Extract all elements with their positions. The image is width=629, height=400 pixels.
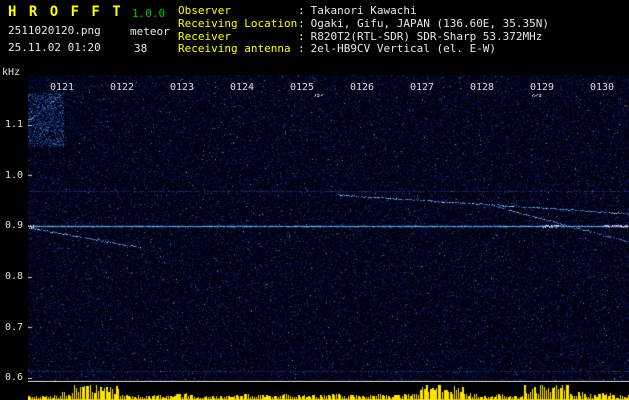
- info-label: Receiving Location: [178, 16, 298, 30]
- info-row-antenna: Receiving antenna:2el-HB9CV Vertical (el…: [178, 42, 549, 56]
- x-axis-tick-label: 0121: [50, 82, 75, 93]
- signal-level-bars-canvas: [28, 384, 629, 400]
- app-version: 1.0.0: [132, 7, 166, 20]
- y-axis-tick-label: 1.1: [5, 119, 24, 130]
- app-title: H R O F F T: [8, 4, 123, 20]
- info-value: R820T2(RTL-SDR) SDR-Sharp 53.372MHz: [310, 29, 543, 43]
- spectrogram-canvas: [28, 75, 629, 382]
- x-axis-tick-label: 0129: [530, 82, 555, 93]
- y-axis-tick-label: 0.7: [5, 322, 24, 333]
- y-axis-tick-label: 0.9: [5, 220, 24, 231]
- echo-count: 38: [134, 42, 148, 55]
- y-axis-tick-label: 0.8: [5, 271, 24, 282]
- x-axis-tick-label: 0126: [350, 82, 375, 93]
- x-axis-tick-label: 0127: [410, 82, 435, 93]
- x-axis-tick-label: 0130: [590, 82, 615, 93]
- hrofft-window: H R O F F T 1.0.0 2511020120.png meteor …: [0, 0, 629, 400]
- info-label: Receiving antenna: [178, 42, 291, 56]
- info-value: Ogaki, Gifu, JAPAN (136.60E, 35.35N): [310, 16, 550, 30]
- info-row-location: Receiving Location: Ogaki, Gifu, JAPAN (1…: [178, 16, 550, 31]
- observation-datetime: 25.11.02 01:20: [8, 41, 101, 54]
- info-value: 2el-HB9CV Vertical (el. E-W): [310, 42, 497, 56]
- output-filename: 2511020120.png: [8, 24, 101, 37]
- station-info-panel: Observer: Takanori Kawachi Receiving Loca…: [178, 4, 550, 56]
- info-row-observer: Observer: Takanori Kawachi: [178, 4, 549, 18]
- x-axis-tick-label: 0123: [170, 82, 195, 93]
- x-axis-tick-label: 0125: [290, 82, 315, 93]
- y-axis-tick-label: 1.0: [5, 170, 24, 181]
- info-colon: :: [298, 16, 305, 30]
- spectrogram: 0121 0122 0123 0124 0125 0126 0127 0128 …: [28, 75, 629, 382]
- info-colon: :: [298, 4, 305, 17]
- info-label: Observer: [178, 4, 231, 17]
- y-axis-unit-label: kHz: [2, 67, 21, 78]
- x-axis-tick-label: 0128: [470, 82, 495, 93]
- mode-label: meteor: [130, 25, 170, 38]
- info-colon: :: [298, 29, 305, 43]
- x-axis-tick-label: 0122: [110, 82, 135, 93]
- x-axis-tick-label: 0124: [230, 82, 255, 93]
- info-colon: :: [298, 42, 305, 56]
- info-value: Takanori Kawachi: [310, 4, 417, 17]
- y-axis-tick-label: 0.6: [5, 372, 24, 383]
